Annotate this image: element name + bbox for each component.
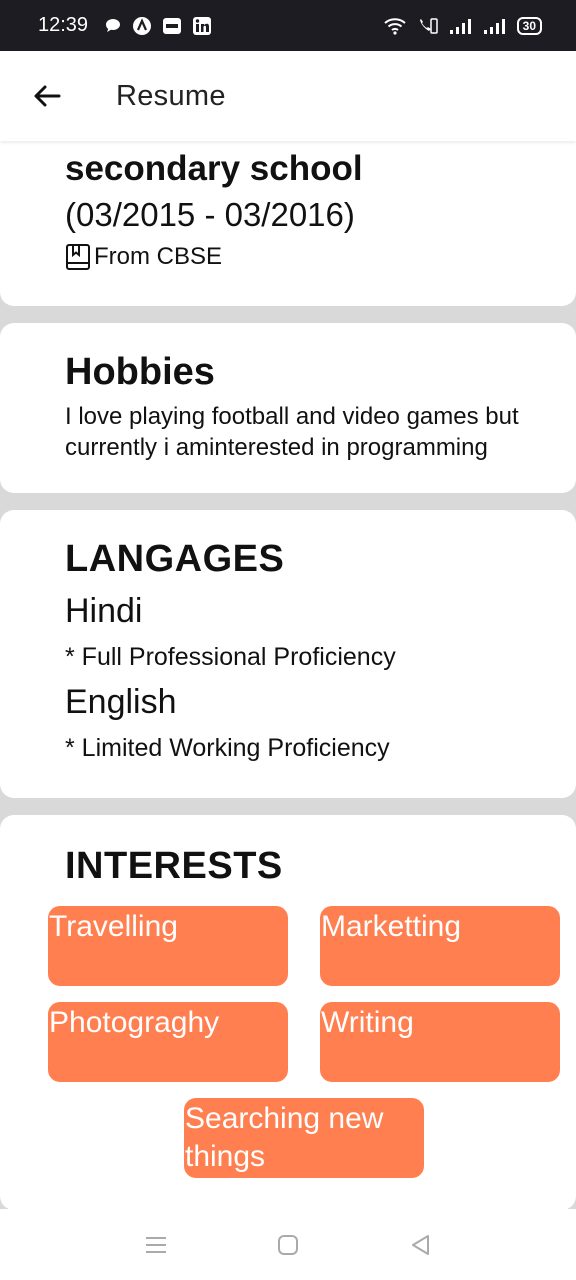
back-icon [412, 1234, 429, 1255]
system-back-button[interactable] [400, 1225, 440, 1265]
arrow-left-icon [34, 85, 61, 107]
volte-icon [417, 16, 439, 36]
chat-bubble-icon [104, 17, 122, 35]
signal-icon [449, 17, 473, 35]
app-bar: Resume [0, 51, 576, 141]
wifi-icon [383, 17, 407, 35]
interest-chip[interactable]: Writing [320, 1002, 560, 1082]
home-button[interactable] [268, 1225, 308, 1265]
app-a-icon [132, 16, 152, 36]
menu-icon [146, 1236, 166, 1253]
interests-title: INTERESTS [65, 845, 283, 887]
interest-chip[interactable]: Marketting [320, 906, 560, 986]
education-from: From CBSE [65, 243, 222, 271]
status-bar-left: 12:39 [38, 14, 212, 37]
paytm-icon [162, 16, 182, 36]
hobbies-card: Hobbies I love playing football and vide… [0, 323, 576, 493]
signal-icon [483, 17, 507, 35]
back-button[interactable] [24, 73, 70, 119]
home-icon [278, 1234, 298, 1255]
languages-card: LANGAGES Hindi * Full Professional Profi… [0, 510, 576, 798]
education-title: secondary school [65, 149, 363, 188]
language-name: Hindi [65, 592, 143, 630]
hobbies-title: Hobbies [65, 351, 215, 393]
page-title: Resume [116, 79, 226, 112]
status-bar: 12:39 30 [0, 0, 576, 51]
interests-card: INTERESTS Travelling Marketting Photogra… [0, 815, 576, 1209]
language-level: * Full Professional Proficiency [65, 643, 396, 671]
linkedin-icon [192, 16, 212, 36]
education-card: secondary school (03/2015 - 03/2016) Fro… [0, 141, 576, 306]
system-nav-bar [0, 1209, 576, 1280]
languages-title: LANGAGES [65, 538, 285, 580]
book-icon [66, 244, 90, 270]
education-dates: (03/2015 - 03/2016) [65, 196, 355, 233]
language-level: * Limited Working Proficiency [65, 734, 390, 762]
battery-indicator: 30 [516, 16, 542, 35]
status-bar-right: 30 [383, 16, 542, 36]
menu-button[interactable] [136, 1225, 176, 1265]
interest-chip[interactable]: Photograghy [48, 1002, 288, 1082]
education-from-text: From CBSE [94, 243, 223, 270]
resume-content[interactable]: secondary school (03/2015 - 03/2016) Fro… [0, 141, 576, 1209]
language-name: English [65, 683, 177, 721]
interest-chip[interactable]: Travelling [48, 906, 288, 986]
status-time: 12:39 [38, 14, 89, 36]
interest-chip[interactable]: Searching new things [184, 1098, 424, 1178]
hobbies-text: I love playing football and video games … [65, 403, 519, 461]
